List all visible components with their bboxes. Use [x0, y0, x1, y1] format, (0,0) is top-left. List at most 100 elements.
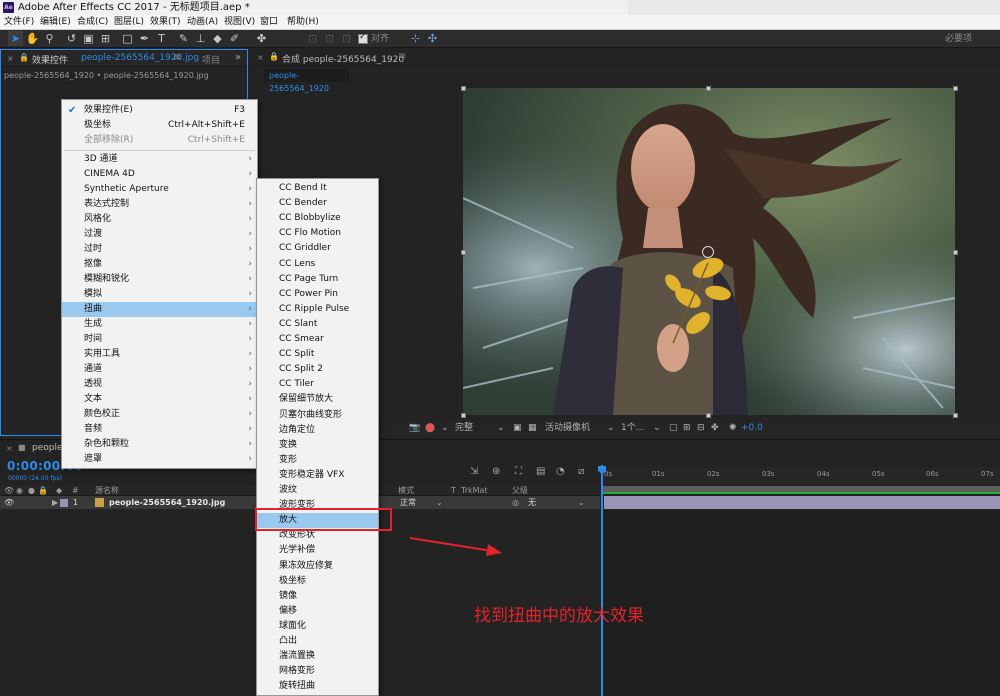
distort-menu-item[interactable]: 贝塞尔曲线变形	[257, 408, 378, 423]
draft-3d-icon[interactable]: ⊛	[492, 466, 500, 477]
layer-handle-top-right[interactable]	[953, 86, 958, 91]
effect-menu-item[interactable]: 音频 ›	[62, 422, 257, 437]
effect-menu-item[interactable]: 过渡 ›	[62, 227, 257, 242]
project-tab[interactable]: 项目	[202, 53, 220, 66]
track-area[interactable]	[604, 510, 1000, 696]
fast-preview-icon[interactable]: ⊞	[683, 422, 691, 434]
pen-tool-icon[interactable]: ✒	[137, 31, 152, 46]
distort-menu-item[interactable]: CC Griddler	[257, 241, 378, 256]
layer-handle-bottom-right[interactable]	[953, 413, 958, 418]
composition-mini-flowchart-icon[interactable]: ⇲	[470, 466, 478, 477]
current-time-indicator[interactable]	[601, 465, 603, 696]
lock-icon[interactable]: 🔒	[19, 53, 29, 62]
camera-dropdown[interactable]: 活动摄像机	[545, 422, 590, 434]
distort-menu-item[interactable]: CC Smear	[257, 332, 378, 347]
clone-stamp-tool-icon[interactable]: ⊥	[193, 31, 208, 46]
distort-menu-item[interactable]: CC Slant	[257, 317, 378, 332]
effect-menu-item[interactable]: 风格化 ›	[62, 212, 257, 227]
views-chevron-icon[interactable]: ⌄	[653, 422, 661, 434]
views-dropdown[interactable]: 1个...	[621, 422, 644, 434]
distort-menu-item[interactable]: CC Flo Motion	[257, 226, 378, 241]
distort-menu-item[interactable]: CC Lens	[257, 257, 378, 272]
effect-menu-item[interactable]: 透视 ›	[62, 377, 257, 392]
distort-menu-item[interactable]: CC Split 2	[257, 362, 378, 377]
active-comp-tab[interactable]: people-2565564_1920	[264, 69, 349, 93]
distort-menu-item[interactable]: CC Tiler	[257, 377, 378, 392]
menu-view[interactable]: 视图(V)	[224, 16, 255, 29]
layer-label-color[interactable]	[60, 499, 68, 507]
source-name-column[interactable]: 源名称	[95, 485, 119, 496]
exposure-value[interactable]: +0.0	[741, 422, 763, 434]
transparency-grid-icon[interactable]: ▦	[528, 422, 537, 434]
audio-switch-icon[interactable]: ◉	[16, 485, 23, 496]
resolution-dropdown[interactable]: 完整	[455, 422, 473, 434]
menu-composition[interactable]: 合成(C)	[77, 16, 108, 29]
type-tool-icon[interactable]: T	[154, 31, 169, 46]
effect-controls-tab-prefix[interactable]: 效果控件	[32, 53, 68, 66]
effect-menu-item[interactable]: 模糊和锐化 ›	[62, 272, 257, 287]
layer-handle-top[interactable]	[706, 86, 711, 91]
effect-menu-item[interactable]: 杂色和颗粒 ›	[62, 437, 257, 452]
panel-overflow-icon[interactable]: »	[235, 52, 241, 63]
distort-menu-item[interactable]: CC Blobbylize	[257, 211, 378, 226]
distort-menu-item[interactable]: 偏移	[257, 604, 378, 619]
parent-column[interactable]: 父级	[512, 485, 528, 496]
pan-behind-tool-icon[interactable]: ⊞	[98, 31, 113, 46]
layer-parent-dropdown[interactable]: 无	[528, 496, 536, 509]
comp-panel-menu-icon[interactable]: ≡	[398, 51, 406, 62]
distort-menu-item[interactable]: CC Page Turn	[257, 272, 378, 287]
effect-menu-item[interactable]: 文本 ›	[62, 392, 257, 407]
lock-switch-icon[interactable]: 🔒	[38, 485, 48, 496]
effect-menu-item[interactable]: 全部移除(R) Ctrl+Shift+E	[62, 133, 257, 148]
layer-parent-chevron-icon[interactable]: ⌄	[578, 496, 585, 509]
distort-menu-item[interactable]: 变换	[257, 438, 378, 453]
effect-menu-item[interactable]: 遮罩 ›	[62, 452, 257, 467]
effect-menu-item[interactable]: ✔ 效果控件(E) F3	[62, 103, 257, 118]
effect-menu-item[interactable]: 表达式控制 ›	[62, 197, 257, 212]
effect-menu-item[interactable]: CINEMA 4D ›	[62, 167, 257, 182]
distort-menu-item[interactable]: 镜像	[257, 589, 378, 604]
local-axis-icon[interactable]: ⊡	[305, 31, 320, 46]
camera-chevron-icon[interactable]: ⌄	[607, 422, 615, 434]
brush-tool-icon[interactable]: ✎	[176, 31, 191, 46]
layer-handle-bottom[interactable]	[706, 413, 711, 418]
menu-help[interactable]: 帮助(H)	[287, 16, 319, 29]
distort-menu-item[interactable]: CC Bend It	[257, 181, 378, 196]
menu-animation[interactable]: 动画(A)	[187, 16, 218, 29]
distort-menu-item[interactable]: CC Ripple Pulse	[257, 302, 378, 317]
menu-effect[interactable]: 效果(T)	[150, 16, 181, 29]
distort-menu-item[interactable]: 边角定位	[257, 423, 378, 438]
distort-menu-item[interactable]: 光学补偿	[257, 543, 378, 558]
region-of-interest-icon[interactable]: ▣	[513, 422, 522, 434]
close-icon[interactable]: ×	[7, 54, 14, 63]
distort-menu-item[interactable]: 网格变形	[257, 664, 378, 679]
effect-menu-item[interactable]: 颜色校正 ›	[62, 407, 257, 422]
workspace-essentials[interactable]: 必要项	[945, 32, 972, 46]
parent-pickwhip-icon[interactable]: ◎	[512, 496, 519, 509]
effect-menu-item[interactable]: Synthetic Aperture ›	[62, 182, 257, 197]
time-ruler[interactable]: 0s 01s 02s 03s 04s 05s 06s 07s	[600, 467, 1000, 485]
selection-tool-icon[interactable]: ➤	[8, 31, 23, 46]
distort-menu-item[interactable]: 凸出	[257, 634, 378, 649]
effect-menu-item[interactable]: 时间 ›	[62, 332, 257, 347]
composition-tab-label[interactable]: 合成 people-2565564_1920	[282, 52, 404, 65]
layer-name[interactable]: people-2565564_1920.jpg	[109, 496, 225, 509]
menu-window[interactable]: 窗口	[260, 16, 278, 29]
rectangle-tool-icon[interactable]: □	[120, 31, 135, 46]
puppet-pin-tool-icon[interactable]: ✤	[254, 31, 269, 46]
frame-blending-icon[interactable]: ▤	[536, 466, 545, 477]
effect-menu-item[interactable]: 实用工具 ›	[62, 347, 257, 362]
channel-dropdown-icon[interactable]: ⌄	[441, 422, 449, 434]
effect-menu-item[interactable]: 生成 ›	[62, 317, 257, 332]
mode-column[interactable]: 模式	[398, 485, 414, 496]
menu-edit[interactable]: 编辑(E)	[40, 16, 71, 29]
distort-menu-item[interactable]: CC Split	[257, 347, 378, 362]
layer-handle-left[interactable]	[461, 250, 466, 255]
layer-handle-top-left[interactable]	[461, 86, 466, 91]
zoom-tool-icon[interactable]: ⚲	[42, 31, 57, 46]
panel-menu-icon[interactable]: ≡	[173, 52, 181, 63]
distort-menu-item[interactable]: 湍流置换	[257, 649, 378, 664]
effect-menu-item[interactable]: 抠像 ›	[62, 257, 257, 272]
distort-menu-item[interactable]: 果冻效应修复	[257, 559, 378, 574]
comp-close-icon[interactable]: ×	[257, 53, 264, 62]
